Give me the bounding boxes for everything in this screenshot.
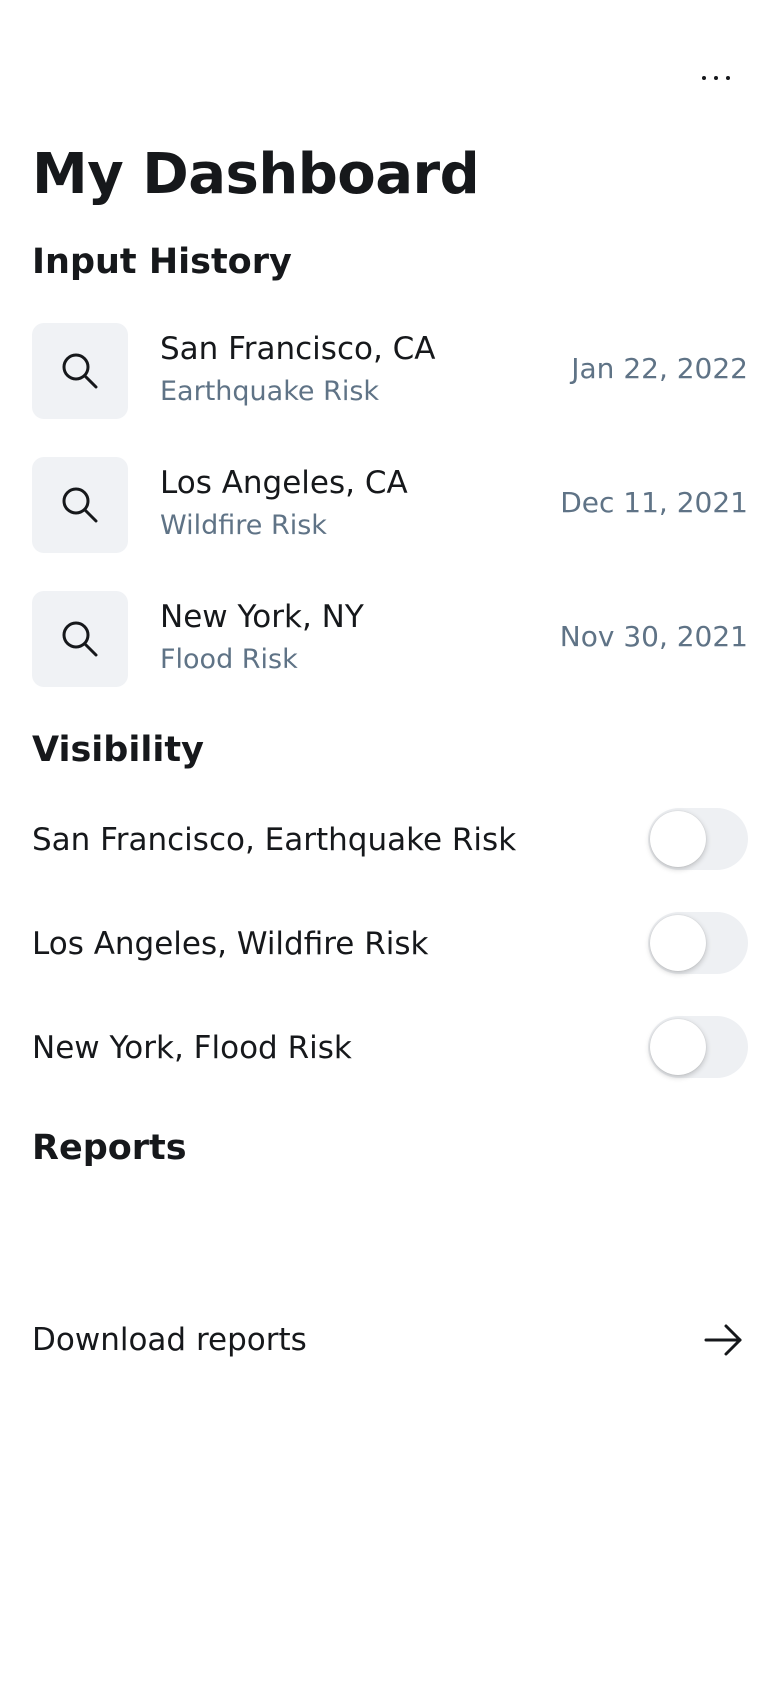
history-city: San Francisco, CA	[160, 331, 436, 367]
toggle-knob	[650, 1019, 706, 1075]
history-item-san-francisco[interactable]: San Francisco, CA Earthquake Risk Jan 22…	[32, 323, 748, 419]
more-options-dot	[726, 76, 730, 80]
history-date: Dec 11, 2021	[560, 486, 748, 519]
search-icon	[62, 487, 98, 523]
history-city: Los Angeles, CA	[160, 465, 408, 501]
download-reports-label: Download reports	[32, 1322, 307, 1358]
visibility-toggle-new-york[interactable]	[648, 1016, 748, 1078]
history-item-new-york[interactable]: New York, NY Flood Risk Nov 30, 2021	[32, 591, 748, 687]
visibility-toggle-san-francisco[interactable]	[648, 808, 748, 870]
visibility-label: New York, Flood Risk	[32, 1030, 352, 1066]
more-options-icon	[702, 76, 706, 80]
visibility-toggle-los-angeles[interactable]	[648, 912, 748, 974]
visibility-row-new-york: New York, Flood Risk	[32, 1016, 748, 1080]
history-risk-type: Earthquake Risk	[160, 376, 380, 407]
reports-heading: Reports	[32, 1128, 187, 1168]
history-city: New York, NY	[160, 599, 364, 635]
visibility-row-los-angeles: Los Angeles, Wildfire Risk	[32, 912, 748, 976]
visibility-row-san-francisco: San Francisco, Earthquake Risk	[32, 808, 748, 872]
visibility-label: Los Angeles, Wildfire Risk	[32, 926, 429, 962]
history-date: Jan 22, 2022	[571, 352, 748, 385]
history-date: Nov 30, 2021	[559, 620, 748, 653]
search-icon-box	[32, 323, 128, 419]
search-icon	[62, 621, 98, 657]
history-risk-type: Flood Risk	[160, 644, 298, 675]
download-reports-link[interactable]: Download reports	[32, 1308, 748, 1372]
page-title: My Dashboard	[32, 142, 480, 207]
toggle-knob	[650, 915, 706, 971]
visibility-label: San Francisco, Earthquake Risk	[32, 822, 517, 858]
toggle-knob	[650, 811, 706, 867]
search-icon	[62, 353, 98, 389]
arrow-right-icon	[704, 1324, 742, 1356]
search-icon-box	[32, 457, 128, 553]
search-icon-box	[32, 591, 128, 687]
more-options-dot	[714, 76, 718, 80]
more-options-button[interactable]	[690, 56, 742, 100]
visibility-heading: Visibility	[32, 730, 204, 770]
history-risk-type: Wildfire Risk	[160, 510, 327, 541]
input-history-heading: Input History	[32, 242, 292, 282]
history-item-los-angeles[interactable]: Los Angeles, CA Wildfire Risk Dec 11, 20…	[32, 457, 748, 553]
